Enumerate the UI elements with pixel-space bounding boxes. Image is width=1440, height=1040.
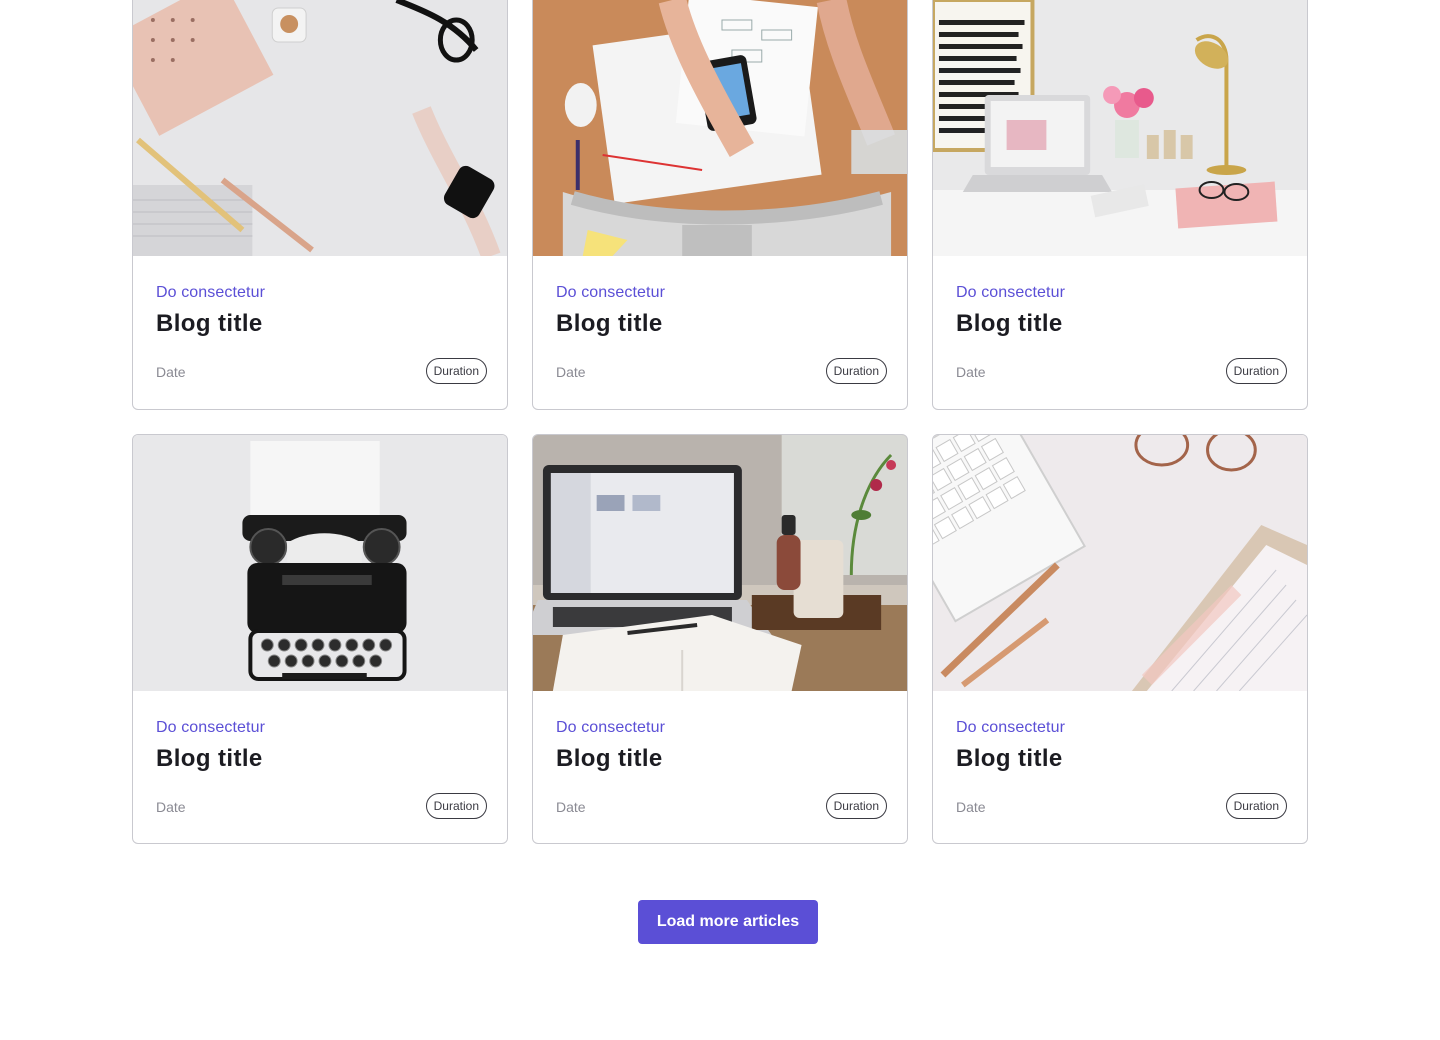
- duration-badge: Duration: [825, 793, 887, 819]
- blog-card-image: [133, 435, 507, 691]
- duration-badge: Duration: [1225, 358, 1287, 384]
- blog-card-category: Do consectetur: [956, 284, 1066, 301]
- blog-card-title[interactable]: Blog title: [556, 310, 663, 338]
- blog-card-image: [133, 0, 507, 256]
- blog-card-title[interactable]: Blog title: [556, 745, 663, 773]
- blog-card-image: [933, 0, 1307, 256]
- blog-card-date: Date: [956, 364, 986, 380]
- blog-card-category: Do consectetur: [556, 719, 666, 736]
- duration-badge: Duration: [825, 358, 887, 384]
- blog-card-date: Date: [156, 364, 186, 380]
- blog-card[interactable]: Do consectetur Blog title Date Duration: [132, 0, 508, 410]
- blog-card-grid: Do consectetur Blog title Date Duration: [132, 0, 1308, 844]
- blog-card[interactable]: Do consectetur Blog title Date Duration: [932, 0, 1308, 410]
- blog-card-title[interactable]: Blog title: [956, 745, 1063, 773]
- blog-card[interactable]: Do consectetur Blog title Date Duration: [132, 434, 508, 844]
- blog-card-category: Do consectetur: [156, 284, 266, 301]
- blog-card-category: Do consectetur: [556, 284, 666, 301]
- blog-card-date: Date: [556, 799, 586, 815]
- blog-card[interactable]: Do consectetur Blog title Date Duration: [532, 0, 908, 410]
- duration-badge: Duration: [1225, 793, 1287, 819]
- blog-card-date: Date: [956, 799, 986, 815]
- duration-badge: Duration: [425, 358, 487, 384]
- blog-card-image: [533, 435, 907, 691]
- blog-card-title[interactable]: Blog title: [156, 310, 263, 338]
- blog-card-date: Date: [156, 799, 186, 815]
- blog-card-title[interactable]: Blog title: [156, 745, 263, 773]
- blog-card-category: Do consectetur: [156, 719, 266, 736]
- blog-card[interactable]: Do consectetur Blog title Date Duration: [532, 434, 908, 844]
- duration-badge: Duration: [425, 793, 487, 819]
- blog-card[interactable]: Do consectetur Blog title Date Duration: [932, 434, 1308, 844]
- blog-card-date: Date: [556, 364, 586, 380]
- blog-card-title[interactable]: Blog title: [956, 310, 1063, 338]
- blog-card-category: Do consectetur: [956, 719, 1066, 736]
- load-more-button[interactable]: Load more articles: [638, 900, 818, 944]
- blog-card-image: [533, 0, 907, 256]
- blog-card-image: [933, 435, 1307, 691]
